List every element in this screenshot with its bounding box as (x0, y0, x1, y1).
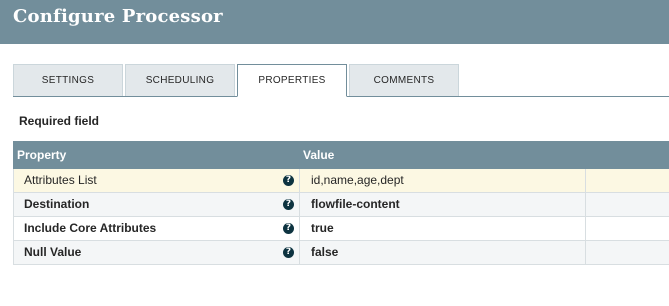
tab-properties[interactable]: PROPERTIES (237, 64, 347, 97)
property-value[interactable]: id,name,age,dept (311, 169, 404, 192)
column-divider (299, 169, 300, 192)
property-value[interactable]: true (311, 217, 334, 240)
help-icon[interactable]: ? (283, 247, 294, 258)
column-header-value[interactable]: Value (303, 141, 334, 169)
property-name: Include Core Attributes (24, 221, 157, 235)
column-divider (585, 217, 586, 240)
dialog-title: Configure Processor (13, 6, 223, 27)
help-icon[interactable]: ? (283, 223, 294, 234)
column-header-property[interactable]: Property (17, 141, 66, 169)
property-name: Destination (24, 197, 90, 211)
property-name: Null Value (24, 245, 82, 259)
property-name: Attributes List (24, 173, 97, 187)
help-icon[interactable]: ? (283, 175, 294, 186)
column-divider (299, 193, 300, 216)
configure-processor-dialog: Configure Processor SETTINGS SCHEDULING … (0, 0, 669, 306)
help-icon[interactable]: ? (283, 199, 294, 210)
property-value[interactable]: false (311, 241, 338, 264)
table-row[interactable]: Attributes List ? id,name,age,dept (13, 169, 669, 193)
dialog-header: Configure Processor (0, 0, 669, 44)
column-divider (299, 241, 300, 264)
table-header: Property Value (13, 141, 669, 169)
table-row[interactable]: Null Value ? false (13, 241, 669, 265)
column-divider (585, 241, 586, 264)
tab-comments[interactable]: COMMENTS (349, 64, 459, 96)
property-value[interactable]: flowfile-content (311, 193, 400, 216)
required-field-label: Required field (19, 114, 100, 128)
column-divider (585, 169, 586, 192)
tab-scheduling[interactable]: SCHEDULING (125, 64, 235, 96)
table-row[interactable]: Destination ? flowfile-content (13, 193, 669, 217)
tab-settings[interactable]: SETTINGS (13, 64, 123, 96)
table-row[interactable]: Include Core Attributes ? true (13, 217, 669, 241)
column-divider (299, 217, 300, 240)
column-divider (585, 193, 586, 216)
properties-table: Property Value Attributes List ? id,name… (13, 141, 669, 265)
